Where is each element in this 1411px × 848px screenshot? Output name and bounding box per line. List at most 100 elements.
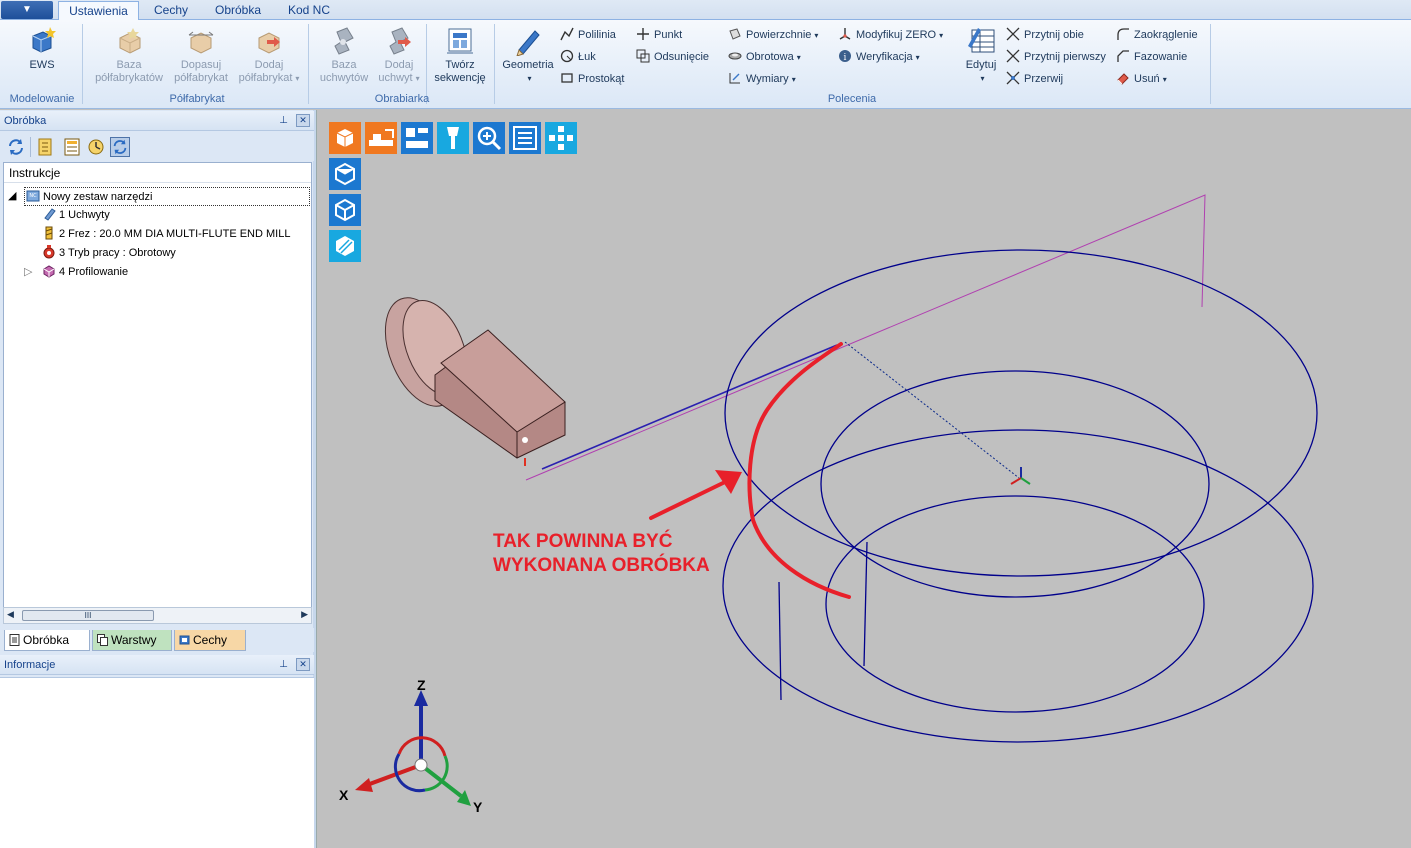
stock-database-icon — [119, 28, 141, 54]
annotation-arrow-shaft — [649, 480, 727, 520]
surface-icon — [729, 28, 741, 40]
scrollbar-grip: III — [84, 611, 92, 620]
tool-holder-model — [384, 297, 566, 466]
pan-view-icon[interactable] — [545, 122, 577, 154]
polilinia-button[interactable]: Polilinia — [560, 27, 616, 43]
wymiary-button[interactable]: Wymiary ▾ — [728, 71, 796, 87]
tree-item-profilowanie[interactable]: 4 Profilowanie — [42, 263, 128, 282]
panel-title-obrobka: Obróbka ⊥ ✕ — [0, 111, 314, 131]
przytnij-pierwszy-button[interactable]: Przytnij pierwszy — [1006, 49, 1106, 65]
close-icon[interactable]: ✕ — [296, 658, 310, 671]
delete-icon — [1117, 73, 1129, 85]
bottom-tab-warstwy[interactable]: Warstwy — [92, 630, 172, 651]
luk-button[interactable]: Łuk — [560, 49, 596, 65]
view-solid-icon[interactable] — [329, 122, 361, 154]
operation-list-icon[interactable] — [62, 137, 82, 157]
trim-both-icon — [1006, 27, 1020, 41]
przytnij-pierwszy-label: Przytnij pierwszy — [1024, 51, 1106, 63]
wymiary-label: Wymiary — [746, 73, 789, 85]
refresh-icon[interactable] — [6, 137, 26, 157]
toolpath-approach-line — [541, 344, 838, 470]
ews-button[interactable]: EWS — [20, 26, 64, 72]
edytuj-label: Edytuj — [965, 59, 997, 71]
view-tool-icon[interactable] — [437, 122, 469, 154]
origin-marker — [1010, 467, 1031, 485]
dodaj-uchw-line1: Dodaj — [384, 59, 414, 71]
dropdown-caret-icon: ▾ — [791, 75, 796, 84]
simulation-icon[interactable] — [86, 137, 106, 157]
fazowanie-button[interactable]: Fazowanie — [1116, 49, 1187, 65]
punkt-button[interactable]: Punkt — [636, 27, 682, 43]
tree-expander[interactable]: ◢ — [8, 187, 16, 206]
horizontal-scrollbar[interactable]: ◀ III ▶ — [3, 607, 312, 624]
scroll-left-icon[interactable]: ◀ — [7, 609, 14, 620]
usun-button[interactable]: Usuń ▾ — [1116, 71, 1167, 87]
obrotowa-label: Obrotowa — [746, 51, 794, 63]
tree-item-uchwyty[interactable]: 1 Uchwyty — [42, 206, 110, 225]
scrollbar-thumb[interactable]: III — [22, 610, 154, 621]
baza-uchwytow-button[interactable]: Baza uchwytów — [316, 26, 372, 85]
view-setup-icon[interactable] — [401, 122, 433, 154]
tab-cechy[interactable]: Cechy — [146, 1, 196, 21]
add-stock-icon — [258, 32, 280, 54]
baza-polfabrykatow-button[interactable]: Baza półfabrykatów — [90, 26, 168, 85]
3d-viewport[interactable]: Z X Y TAK POWINNA BYĆ WYKONANA OBRÓBKA — [316, 110, 1411, 848]
pin-icon[interactable]: ⊥ — [279, 655, 288, 675]
dodaj-uchwyt-button[interactable]: Dodaj uchwyt ▾ — [374, 26, 424, 85]
profile-op-icon — [43, 265, 55, 278]
group-label-modelowanie: Modelowanie — [9, 93, 75, 105]
group-separator — [82, 24, 83, 104]
przytnij-obie-button[interactable]: Przytnij obie — [1006, 27, 1084, 43]
view-machine-icon[interactable] — [365, 122, 397, 154]
weryfikacja-label: Weryfikacja — [856, 51, 913, 63]
axis-label-y: Y — [473, 799, 483, 815]
tab-ustawienia[interactable]: Ustawienia — [58, 1, 139, 21]
group-separator — [308, 24, 309, 104]
tree-item-tryb-pracy[interactable]: 3 Tryb pracy : Obrotowy — [42, 244, 176, 263]
axis-gizmo — [355, 690, 471, 806]
operations-tree: Instrukcje ◢ NC Nowy zestaw narzędzi 1 Uc… — [3, 162, 312, 617]
bottom-tab-obrobka[interactable]: Obróbka — [4, 630, 90, 651]
view-top-icon[interactable] — [329, 158, 361, 190]
przerwij-label: Przerwij — [1024, 73, 1064, 85]
tree-item-frez[interactable]: 2 Frez : 20.0 MM DIA MULTI-FLUTE END MIL… — [42, 225, 290, 244]
zaokraglenie-button[interactable]: Zaokrąglenie — [1116, 27, 1198, 43]
tab-kod-nc[interactable]: Kod NC — [282, 1, 336, 21]
modyfikuj-zero-button[interactable]: Modyfikuj ZERO ▾ — [838, 27, 943, 43]
rectangle-icon — [561, 73, 573, 83]
scroll-right-icon[interactable]: ▶ — [301, 609, 308, 620]
weryfikacja-button[interactable]: i Weryfikacja ▾ — [838, 49, 920, 65]
application-menu-button[interactable]: ▼ — [1, 1, 53, 19]
tree-item-label: 4 Profilowanie — [59, 266, 129, 278]
obrotowa-button[interactable]: Obrotowa ▾ — [728, 49, 801, 65]
annotation-arrow-head — [715, 470, 742, 494]
bottom-tab-cechy[interactable]: Cechy — [174, 630, 246, 651]
dodaj-polfabrykat-button[interactable]: Dodaj półfabrykat ▾ — [234, 26, 304, 85]
tree-expander[interactable]: ▷ — [24, 263, 32, 282]
pin-icon[interactable]: ⊥ — [279, 111, 288, 131]
list-view-icon[interactable] — [509, 122, 541, 154]
tree-header: Instrukcje — [4, 163, 311, 183]
dopasuj-polfabrykat-button[interactable]: Dopasuj półfabrykat — [170, 26, 232, 85]
tab-obrobka[interactable]: Obróbka — [206, 1, 270, 21]
view-shaded-icon[interactable] — [329, 230, 361, 262]
create-sequence-icon — [447, 28, 473, 54]
powierzchnie-button[interactable]: Powierzchnie ▾ — [728, 27, 818, 43]
fixture-database-icon — [334, 27, 354, 55]
zoom-icon[interactable] — [473, 122, 505, 154]
close-icon[interactable]: ✕ — [296, 114, 310, 127]
annotation-text: TAK POWINNA BYĆ WYKONANA OBRÓBKA — [493, 530, 710, 578]
odsuniecie-button[interactable]: Odsunięcie — [636, 49, 709, 65]
tool-list-icon[interactable] — [36, 137, 56, 157]
przerwij-button[interactable]: Przerwij — [1006, 71, 1063, 87]
layers-icon — [97, 634, 108, 646]
view-iso-icon[interactable] — [329, 194, 361, 226]
regenerate-icon[interactable] — [110, 137, 130, 157]
luk-label: Łuk — [578, 51, 596, 63]
geometria-button[interactable]: Geometria ▾ — [498, 26, 558, 85]
edytuj-button[interactable]: Edytuj ▾ — [960, 26, 1002, 85]
tree-root-node[interactable]: NC Nowy zestaw narzędzi — [24, 187, 310, 206]
panel-title-informacje: Informacje ⊥ ✕ — [0, 655, 314, 675]
prostokat-button[interactable]: Prostokąt — [560, 71, 624, 87]
tworz-sekwencje-button[interactable]: Twórz sekwencję — [430, 26, 490, 85]
